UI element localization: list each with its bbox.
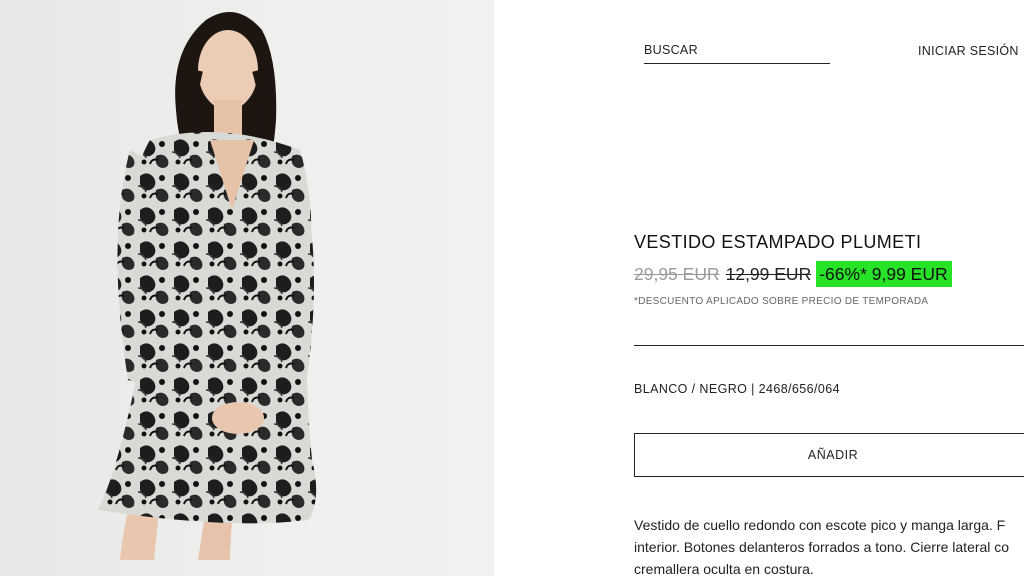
original-price: 29,95 EUR <box>634 263 720 284</box>
model-illustration <box>98 12 317 560</box>
previous-price: 12,99 EUR <box>725 263 812 284</box>
product-photo <box>0 0 494 576</box>
price-row: 29,95 EUR 12,99 EUR -66%* 9,99 EUR <box>634 260 952 288</box>
search-label[interactable]: BUSCAR <box>644 43 698 57</box>
description-line: interior. Botones delanteros forrados a … <box>634 539 1010 555</box>
product-title: VESTIDO ESTAMPADO PLUMETI <box>634 232 922 252</box>
login-link[interactable]: INICIAR SESIÓN <box>918 44 1019 58</box>
add-button-label: AÑADIR <box>807 448 859 462</box>
add-to-cart-button[interactable]: AÑADIR <box>634 433 1024 477</box>
product-description: Vestido de cuello redondo con escote pic… <box>634 514 1024 580</box>
search-field[interactable]: BUSCAR <box>644 41 830 64</box>
discount-note: *DESCUENTO APLICADO SOBRE PRECIO DE TEMP… <box>634 296 929 307</box>
divider <box>634 345 1024 346</box>
color-reference: BLANCO / NEGRO | 2468/656/064 <box>634 382 840 396</box>
description-line: cremallera oculta en costura. <box>634 561 814 577</box>
description-line: Vestido de cuello redondo con escote pic… <box>634 517 1006 533</box>
discount-price: -66%* 9,99 EUR <box>816 261 952 287</box>
